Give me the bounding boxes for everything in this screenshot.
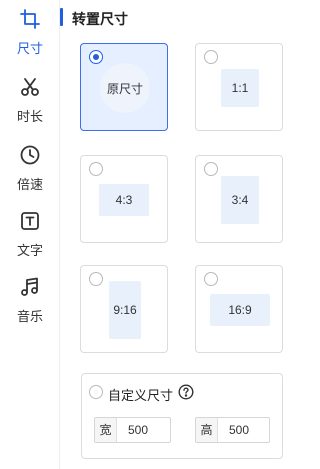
size-option-16-9[interactable]: 16:9 bbox=[195, 265, 283, 353]
width-field: 宽 bbox=[94, 417, 171, 443]
size-option-label: 3:4 bbox=[221, 176, 259, 224]
sidebar-item-label: 倍速 bbox=[16, 177, 43, 192]
sidebar-item-duration[interactable]: 时长 bbox=[0, 74, 60, 134]
help-icon[interactable] bbox=[178, 384, 194, 400]
radio-button[interactable] bbox=[204, 50, 218, 64]
sidebar-item-speed[interactable]: 倍速 bbox=[0, 142, 60, 202]
sidebar-item-size[interactable]: 尺寸 bbox=[0, 6, 60, 66]
width-field-label: 宽 bbox=[95, 418, 117, 442]
sidebar-item-label: 音乐 bbox=[16, 309, 43, 324]
music-note-icon bbox=[19, 276, 41, 298]
radio-button[interactable] bbox=[204, 162, 218, 176]
custom-size-radio[interactable] bbox=[89, 385, 103, 399]
size-option-4-3[interactable]: 4:3 bbox=[80, 155, 168, 243]
size-option-label: 原尺寸 bbox=[100, 63, 150, 113]
custom-size-panel: 自定义尺寸 宽 高 bbox=[81, 373, 283, 459]
size-option-label: 1:1 bbox=[221, 69, 259, 107]
radio-button[interactable] bbox=[89, 162, 103, 176]
sidebar-item-music[interactable]: 音乐 bbox=[0, 274, 60, 334]
sidebar-item-label: 时长 bbox=[16, 109, 43, 124]
tool-sidebar: 尺寸 时长 倍速 文字 音乐 bbox=[0, 0, 60, 469]
size-option-label: 16:9 bbox=[210, 294, 270, 326]
size-option-label: 4:3 bbox=[99, 184, 149, 216]
size-option-3-4[interactable]: 3:4 bbox=[195, 155, 283, 243]
height-input[interactable] bbox=[219, 418, 269, 442]
scissors-icon bbox=[19, 76, 41, 98]
size-option-original[interactable]: 原尺寸 bbox=[80, 43, 168, 131]
sidebar-item-text[interactable]: 文字 bbox=[0, 208, 60, 268]
width-input[interactable] bbox=[118, 418, 170, 442]
height-field: 高 bbox=[195, 417, 270, 443]
crop-icon bbox=[19, 8, 41, 30]
sidebar-item-label: 文字 bbox=[16, 243, 43, 258]
radio-button-selected[interactable] bbox=[89, 50, 103, 64]
radio-button[interactable] bbox=[204, 272, 218, 286]
section-accent-bar bbox=[60, 8, 63, 26]
section-title: 转置尺寸 bbox=[72, 11, 128, 27]
sidebar-item-label: 尺寸 bbox=[16, 41, 43, 56]
size-option-9-16[interactable]: 9:16 bbox=[80, 265, 168, 353]
custom-size-label[interactable]: 自定义尺寸 bbox=[108, 385, 173, 404]
size-option-label: 9:16 bbox=[109, 281, 141, 339]
clock-icon bbox=[19, 144, 41, 166]
radio-button[interactable] bbox=[89, 272, 103, 286]
size-option-1-1[interactable]: 1:1 bbox=[195, 43, 283, 131]
height-field-label: 高 bbox=[196, 418, 218, 442]
text-icon bbox=[19, 210, 41, 232]
